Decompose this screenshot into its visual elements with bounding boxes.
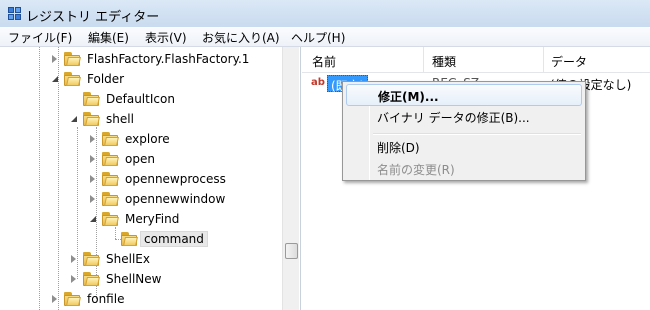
tree-node[interactable]: ShellNew [71,269,280,289]
tree-node[interactable]: explore [90,129,280,149]
folder-icon [64,292,81,306]
tree-node-label: Folder [87,72,125,86]
collapsed-arrow-icon[interactable] [90,175,95,183]
tree-node-label: open [125,152,155,166]
scroll-thumb[interactable] [285,243,298,259]
tree-node-label: explore [125,132,170,146]
menu-item-rename-label: 名前の変更(R) [377,163,455,177]
folder-icon [83,112,100,126]
tree-node[interactable]: DefaultIcon [71,89,280,109]
menu-item-modify[interactable]: 修正(M)... [346,84,582,106]
menu-item-modify-binary[interactable]: バイナリ データの修正(B)... [346,106,582,128]
collapsed-arrow-icon[interactable] [52,55,57,63]
window-title: レジストリ エディター [26,10,160,25]
collapsed-arrow-icon[interactable] [90,135,95,143]
tree-node-label: ShellEx [106,252,150,266]
tree-node-label: command [140,231,208,247]
list-header: 名前 種類 データ [302,47,650,73]
tree-node[interactable]: open [90,149,280,169]
tree-node[interactable]: ShellEx [71,249,280,269]
column-header-type[interactable]: 種類 [432,53,456,70]
menu-edit[interactable]: 編集(E) [88,29,129,46]
tree-node[interactable]: FlashFactory.FlashFactory.1 [52,49,280,69]
collapsed-arrow-icon[interactable] [71,275,76,283]
collapsed-arrow-icon[interactable] [52,295,57,303]
collapsed-arrow-icon[interactable] [90,155,95,163]
column-header-data[interactable]: データ [551,53,587,70]
tree-node[interactable]: fonfile [52,289,280,309]
menu-view[interactable]: 表示(V) [145,29,187,46]
tree-node[interactable]: MeryFind [90,209,280,229]
collapsed-arrow-icon[interactable] [90,195,95,203]
menu-separator [373,133,581,135]
expanded-arrow-icon[interactable] [90,216,96,222]
string-value-icon: ab [311,77,325,88]
folder-icon [102,212,119,226]
menu-help[interactable]: ヘルプ(H) [291,29,345,46]
folder-icon [102,172,119,186]
tree-node-label: opennewwindow [125,192,226,206]
menu-item-delete[interactable]: 削除(D) [346,136,582,158]
tree-node[interactable]: opennewprocess [90,169,280,189]
context-menu: 修正(M)... バイナリ データの修正(B)... 削除(D) 名前の変更(R… [342,81,586,181]
expanded-arrow-icon[interactable] [52,76,58,82]
menu-favorites[interactable]: お気に入り(A) [202,29,280,46]
tree-node-label: MeryFind [125,212,180,226]
registry-tree[interactable]: FlashFactory.FlashFactory.1 Folder Default… [0,47,301,310]
column-header-name[interactable]: 名前 [312,53,336,70]
menu-item-delete-label: 削除(D) [377,141,420,155]
tree-node[interactable]: shell [71,109,280,129]
tree-node-label: opennewprocess [125,172,226,186]
tree-node[interactable]: Folder [52,69,280,89]
folder-icon [102,192,119,206]
folder-icon [83,252,100,266]
tree-node-label: DefaultIcon [106,92,175,106]
menu-file[interactable]: ファイル(F) [8,29,72,46]
menu-bar: ファイル(F) 編集(E) 表示(V) お気に入り(A) ヘルプ(H) [0,27,650,47]
tree-node-label: ShellNew [106,272,162,286]
menu-item-rename[interactable]: 名前の変更(R) [346,158,582,180]
folder-icon [64,72,81,86]
folder-icon [102,152,119,166]
menu-item-modify-binary-label: バイナリ データの修正(B)... [377,111,530,125]
title-bar: レジストリ エディター [0,0,650,27]
folder-icon [102,132,119,146]
folder-icon [83,92,100,106]
tree-scrollbar[interactable] [282,47,299,310]
folder-icon [83,272,100,286]
tree-node[interactable]: command [109,229,280,249]
tree-node[interactable]: opennewwindow [90,189,280,209]
tree-node-label: shell [106,112,134,126]
folder-icon [64,52,81,66]
collapsed-arrow-icon[interactable] [71,255,76,263]
registry-editor-icon [8,7,21,20]
tree-node-label: FlashFactory.FlashFactory.1 [87,52,250,66]
folder-icon [121,232,138,246]
menu-item-modify-label: 修正(M)... [378,90,439,104]
expanded-arrow-icon[interactable] [71,116,77,122]
tree-node-label: fonfile [87,292,125,306]
